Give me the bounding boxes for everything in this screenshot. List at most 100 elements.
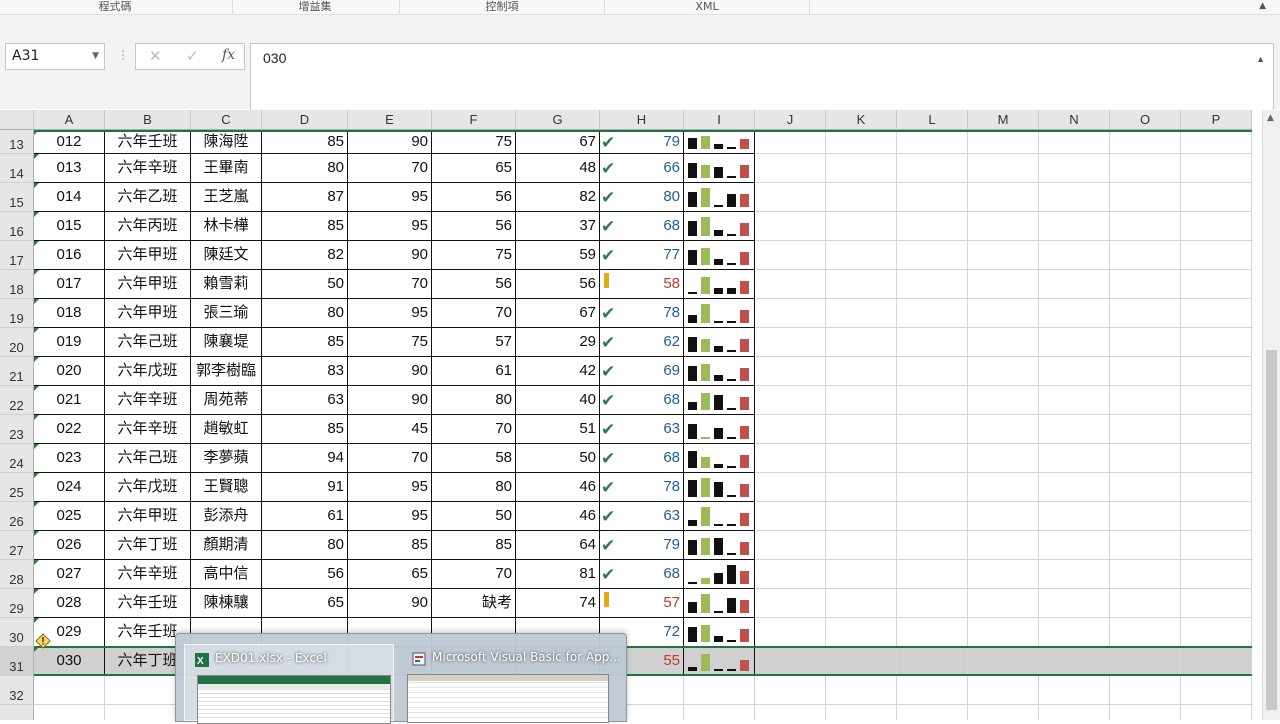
cell-p22[interactable] <box>1181 386 1252 415</box>
cell-a23[interactable]: 022 <box>34 415 105 444</box>
cell-h26[interactable]: ✔ 63 <box>600 502 684 531</box>
scrollbar-thumb[interactable] <box>1266 350 1277 710</box>
cell-m13[interactable] <box>968 130 1039 154</box>
cell-j19[interactable] <box>755 299 826 328</box>
cell-h28[interactable]: ✔ 68 <box>600 560 684 589</box>
row-header-21[interactable]: 21 <box>0 357 34 386</box>
row-header-17[interactable]: 17 <box>0 241 34 270</box>
cell-d28[interactable]: 56 <box>262 560 348 589</box>
cell-l27[interactable] <box>897 531 968 560</box>
cell-n27[interactable] <box>1039 531 1110 560</box>
cell-d20[interactable]: 85 <box>262 328 348 357</box>
cell-j13[interactable] <box>755 130 826 154</box>
cell-k22[interactable] <box>826 386 897 415</box>
cell-f19[interactable]: 70 <box>432 299 516 328</box>
column-header-b[interactable]: B <box>105 110 191 130</box>
row-header-19[interactable]: 19 <box>0 299 34 328</box>
cell-l23[interactable] <box>897 415 968 444</box>
cell-b13[interactable]: 六年壬班 <box>105 130 191 154</box>
cell-o13[interactable] <box>1110 130 1181 154</box>
cell-d16[interactable]: 85 <box>262 212 348 241</box>
cell-f15[interactable]: 56 <box>432 183 516 212</box>
cell-a19[interactable]: 018 <box>34 299 105 328</box>
enter-icon[interactable]: ✓ <box>186 47 199 65</box>
cell-l13[interactable] <box>897 130 968 154</box>
cell-o29[interactable] <box>1110 589 1181 618</box>
cell-o25[interactable] <box>1110 473 1181 502</box>
cell-m20[interactable] <box>968 328 1039 357</box>
cell-h18[interactable]: 58 <box>600 270 684 299</box>
cell-c16[interactable]: 林卡樺 <box>191 212 262 241</box>
cell-p28[interactable] <box>1181 560 1252 589</box>
row-header-33[interactable]: 33 <box>0 705 34 720</box>
cell-k23[interactable] <box>826 415 897 444</box>
cell-i19[interactable] <box>684 299 755 328</box>
cell-a33[interactable] <box>34 705 105 720</box>
cell-e14[interactable]: 70 <box>348 154 432 183</box>
cell-n24[interactable] <box>1039 444 1110 473</box>
cell-g28[interactable]: 81 <box>516 560 600 589</box>
cell-a22[interactable]: 021 <box>34 386 105 415</box>
cell-f20[interactable]: 57 <box>432 328 516 357</box>
row-header-22[interactable]: 22 <box>0 386 34 415</box>
cell-o24[interactable] <box>1110 444 1181 473</box>
cell-g17[interactable]: 59 <box>516 241 600 270</box>
cell-i32[interactable] <box>684 676 755 705</box>
cell-k13[interactable] <box>826 130 897 154</box>
cell-c27[interactable]: 顏期清 <box>191 531 262 560</box>
cell-p33[interactable] <box>1181 705 1252 720</box>
cell-d19[interactable]: 80 <box>262 299 348 328</box>
cell-g25[interactable]: 46 <box>516 473 600 502</box>
row-header-30[interactable]: 30 <box>0 618 34 647</box>
cell-b18[interactable]: 六年甲班 <box>105 270 191 299</box>
cell-f24[interactable]: 58 <box>432 444 516 473</box>
cell-b15[interactable]: 六年乙班 <box>105 183 191 212</box>
cell-p15[interactable] <box>1181 183 1252 212</box>
cell-n29[interactable] <box>1039 589 1110 618</box>
cell-h14[interactable]: ✔ 66 <box>600 154 684 183</box>
cell-n13[interactable] <box>1039 130 1110 154</box>
cell-l15[interactable] <box>897 183 968 212</box>
cell-d26[interactable]: 61 <box>262 502 348 531</box>
cell-o26[interactable] <box>1110 502 1181 531</box>
cell-j15[interactable] <box>755 183 826 212</box>
cell-l31[interactable] <box>897 647 968 676</box>
cell-i28[interactable] <box>684 560 755 589</box>
cell-k14[interactable] <box>826 154 897 183</box>
cell-f21[interactable]: 61 <box>432 357 516 386</box>
cell-c19[interactable]: 張三瑜 <box>191 299 262 328</box>
cell-p27[interactable] <box>1181 531 1252 560</box>
cell-m32[interactable] <box>968 676 1039 705</box>
cell-k17[interactable] <box>826 241 897 270</box>
cell-d17[interactable]: 82 <box>262 241 348 270</box>
cell-n32[interactable] <box>1039 676 1110 705</box>
cell-h15[interactable]: ✔ 80 <box>600 183 684 212</box>
cell-j23[interactable] <box>755 415 826 444</box>
cell-i16[interactable] <box>684 212 755 241</box>
cell-l33[interactable] <box>897 705 968 720</box>
cell-l20[interactable] <box>897 328 968 357</box>
cell-e25[interactable]: 95 <box>348 473 432 502</box>
column-header-l[interactable]: L <box>897 110 968 130</box>
cell-i25[interactable] <box>684 473 755 502</box>
cell-l24[interactable] <box>897 444 968 473</box>
cell-p31[interactable] <box>1181 647 1252 676</box>
cell-i30[interactable] <box>684 618 755 647</box>
row-header-15[interactable]: 15 <box>0 183 34 212</box>
cell-b27[interactable]: 六年丁班 <box>105 531 191 560</box>
cell-j25[interactable] <box>755 473 826 502</box>
cell-o14[interactable] <box>1110 154 1181 183</box>
cell-h21[interactable]: ✔ 69 <box>600 357 684 386</box>
row-header-27[interactable]: 27 <box>0 531 34 560</box>
column-header-f[interactable]: F <box>432 110 516 130</box>
cell-o17[interactable] <box>1110 241 1181 270</box>
cell-i22[interactable] <box>684 386 755 415</box>
cell-j21[interactable] <box>755 357 826 386</box>
cell-i31[interactable] <box>684 647 755 676</box>
cell-n26[interactable] <box>1039 502 1110 531</box>
row-header-26[interactable]: 26 <box>0 502 34 531</box>
cell-e17[interactable]: 90 <box>348 241 432 270</box>
cell-o28[interactable] <box>1110 560 1181 589</box>
cell-h20[interactable]: ✔ 62 <box>600 328 684 357</box>
cell-k27[interactable] <box>826 531 897 560</box>
